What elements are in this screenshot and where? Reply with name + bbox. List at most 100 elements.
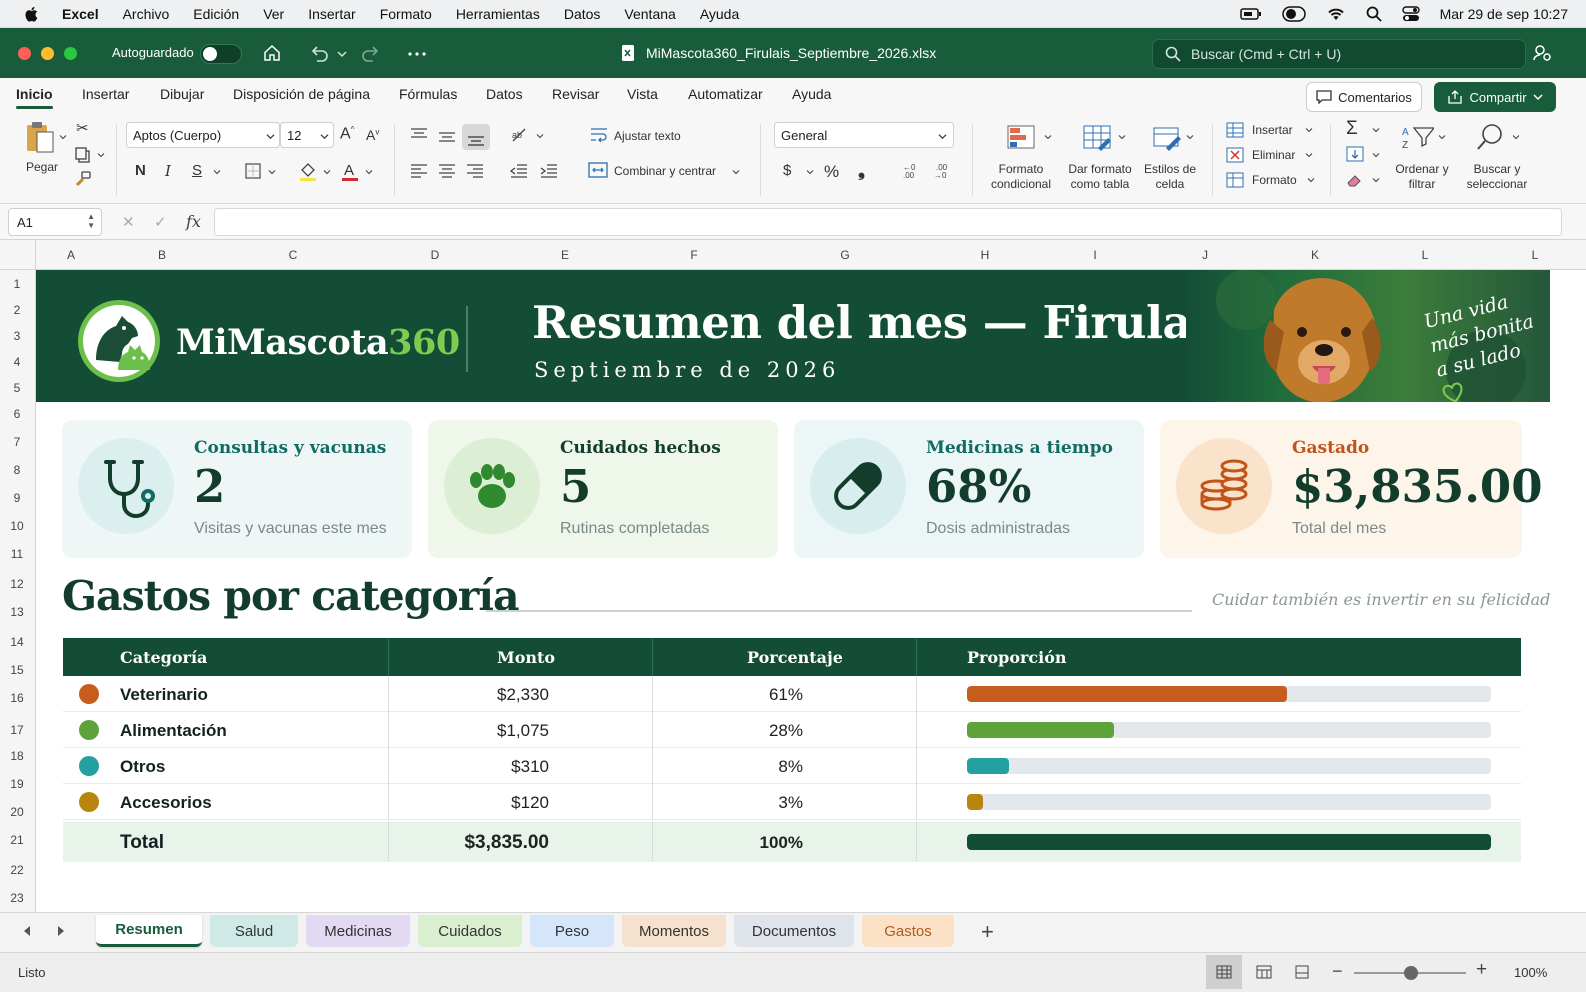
menu-edicion[interactable]: Edición [193,6,239,22]
zoom-window-button[interactable] [64,47,77,60]
currency-dropdown-icon[interactable] [806,169,814,175]
format-cells-icon[interactable] [1226,172,1244,188]
header-monto[interactable]: Monto [497,648,555,667]
copy-dropdown-icon[interactable] [97,152,105,158]
sheet-tab-resumen[interactable]: Resumen [96,915,202,947]
share-button[interactable]: Compartir [1434,82,1556,112]
fill-dropdown-icon[interactable] [1372,152,1380,158]
format-dropdown-icon[interactable] [1307,177,1315,183]
delete-cells-label[interactable]: Eliminar [1252,148,1295,163]
insert-function-icon[interactable]: fx [186,212,201,231]
wifi-icon[interactable] [1326,6,1346,22]
scroll-tabs-left-icon[interactable] [22,925,32,937]
column-header-h[interactable]: H [930,248,1040,262]
menu-insertar[interactable]: Insertar [308,6,355,22]
column-header-j[interactable]: J [1150,248,1260,262]
normal-view-button[interactable] [1206,955,1242,989]
sheet-tab-salud[interactable]: Salud [210,915,298,947]
cond-format-label[interactable]: Formato condicional [984,162,1058,192]
row-header[interactable]: 19 [0,777,34,791]
page-layout-view-icon[interactable] [1256,965,1272,979]
tab-formulas[interactable]: Fórmulas [399,86,457,102]
find-select-label[interactable]: Buscar y seleccionar [1460,162,1534,192]
row-header[interactable]: 16 [0,691,34,705]
menu-datos[interactable]: Datos [564,6,601,22]
sheet-tab-gastos[interactable]: Gastos [862,915,954,947]
row-header[interactable]: 4 [0,355,34,369]
row-header[interactable]: 23 [0,891,34,905]
align-top-icon[interactable] [410,128,428,142]
worksheet[interactable]: MiMascota360 Resumen del mes — Firulais … [36,270,1586,912]
row-header[interactable]: 14 [0,635,34,649]
clear-dropdown-icon[interactable] [1372,177,1380,183]
conditional-format-icon[interactable] [1006,124,1038,152]
comments-button[interactable]: Comentarios [1306,82,1422,112]
row-header[interactable]: 2 [0,303,34,317]
copy-icon[interactable] [74,146,92,164]
font-color-icon[interactable]: A [340,160,360,182]
format-table-dropdown-icon[interactable] [1118,134,1126,140]
tab-inicio[interactable]: Inicio [16,86,53,109]
row-header[interactable]: 20 [0,805,34,819]
cut-icon[interactable]: ✂ [76,119,89,137]
redo-icon[interactable] [360,43,382,63]
align-left-icon[interactable] [410,164,428,178]
merge-center-icon[interactable] [588,162,608,178]
menu-ventana[interactable]: Ventana [624,6,675,22]
zoom-in-icon[interactable]: + [1476,959,1487,981]
decrease-decimal-icon[interactable]: .00→0 [932,162,952,180]
borders-icon[interactable] [244,162,262,180]
insert-cells-icon[interactable] [1226,122,1244,138]
home-icon[interactable] [262,43,282,63]
font-color-dropdown-icon[interactable] [365,169,373,175]
row-header[interactable]: 10 [0,519,34,533]
more-options-icon[interactable] [408,52,426,56]
orientation-dropdown-icon[interactable] [536,133,544,139]
row-header[interactable]: 11 [0,547,34,561]
paste-label[interactable]: Pegar [22,160,62,175]
format-as-table-icon[interactable] [1082,124,1114,152]
tab-vista[interactable]: Vista [627,86,658,102]
tab-ayuda[interactable]: Ayuda [792,86,831,102]
menu-herramientas[interactable]: Herramientas [456,6,540,22]
menubar-datetime[interactable]: Mar 29 de sep 10:27 [1440,6,1568,22]
sort-dropdown-icon[interactable] [1438,134,1446,140]
underline-button[interactable]: S [192,162,202,179]
add-sheet-icon[interactable]: + [981,919,994,945]
cell-styles-label[interactable]: Estilos de celda [1140,162,1200,192]
zoom-slider[interactable] [1354,966,1466,980]
formula-input[interactable] [214,208,1562,236]
comma-format-button[interactable]: ❟ [858,160,865,181]
borders-dropdown-icon[interactable] [268,169,276,175]
zoom-out-icon[interactable]: − [1332,961,1343,982]
insert-cells-label[interactable]: Insertar [1252,123,1293,138]
row-header[interactable]: 6 [0,407,34,421]
sheet-tab-medicinas[interactable]: Medicinas [306,915,410,947]
header-categoria[interactable]: Categoría [120,648,207,667]
column-header-e[interactable]: E [502,248,628,262]
column-header-f[interactable]: F [628,248,760,262]
menu-ver[interactable]: Ver [263,6,284,22]
header-porcentaje[interactable]: Porcentaje [747,648,843,667]
merge-center-label[interactable]: Combinar y centrar [614,164,716,179]
tab-automatizar[interactable]: Automatizar [688,86,763,102]
paste-dropdown-icon[interactable] [59,134,67,140]
select-all-corner[interactable] [0,240,36,270]
wrap-text-icon[interactable] [590,127,608,143]
page-break-view-icon[interactable] [1294,965,1310,979]
close-window-button[interactable] [18,47,31,60]
align-middle-icon[interactable] [438,130,456,144]
clear-eraser-icon[interactable] [1346,172,1364,188]
row-header[interactable]: 12 [0,577,34,591]
column-header-l[interactable]: L [1370,248,1480,262]
wrap-text-label[interactable]: Ajustar texto [614,129,681,144]
apple-icon[interactable] [22,4,42,24]
name-box-stepper-icon[interactable]: ▲ ▼ [87,212,95,230]
row-header[interactable]: 15 [0,663,34,677]
row-header[interactable]: 21 [0,833,34,847]
menu-formato[interactable]: Formato [380,6,432,22]
sort-filter-label[interactable]: Ordenar y filtrar [1392,162,1452,192]
font-name-select[interactable]: Aptos (Cuerpo) [126,122,280,148]
decrease-font-icon[interactable]: Av [366,127,379,143]
scroll-tabs-right-icon[interactable] [56,925,66,937]
